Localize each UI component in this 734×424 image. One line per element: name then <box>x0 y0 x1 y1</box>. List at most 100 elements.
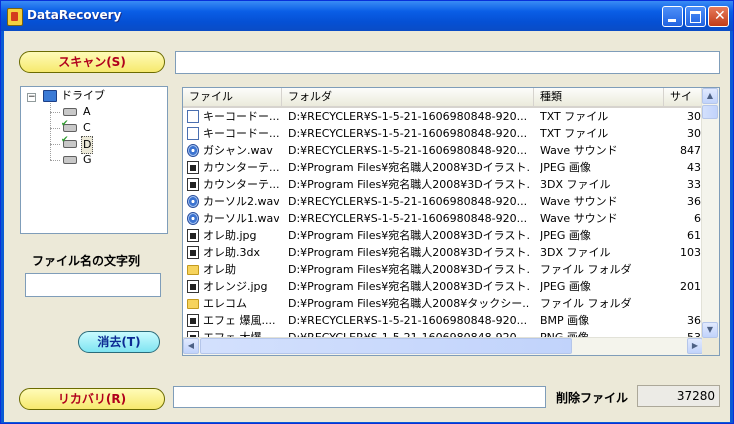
window-title: DataRecovery <box>27 8 122 22</box>
table-row[interactable]: エレコム D:¥Program Files¥宛名職人2008¥タックシー... ファ… <box>183 295 703 312</box>
cell-file-name: オレ助 <box>203 263 236 276</box>
cell-size: 30 <box>687 127 701 140</box>
table-row[interactable]: オレンジ.jpg D:¥Program Files¥宛名職人2008¥3Dイラスト… <box>183 278 703 295</box>
cell-folder: D:¥RECYCLER¥S-1-5-21-1606980848-920... <box>288 314 528 327</box>
horizontal-scrollbar[interactable]: ◀ ▶ <box>183 337 703 355</box>
cell-size: 33 <box>687 178 701 191</box>
cell-file-name: オレンジ.jpg <box>203 280 268 293</box>
tree-root-label[interactable]: ドライブ <box>61 88 105 104</box>
cell-folder: D:¥Program Files¥宛名職人2008¥タックシー... <box>288 297 530 310</box>
cell-folder: D:¥RECYCLER¥S-1-5-21-1606980848-920... <box>288 110 528 123</box>
table-row[interactable]: カウンターテ... D:¥Program Files¥宛名職人2008¥3Dイラス… <box>183 159 703 176</box>
cell-size: 36 <box>687 314 701 327</box>
cell-type: 3DX ファイル <box>540 178 611 191</box>
column-folder[interactable]: フォルダ <box>282 88 534 106</box>
cell-folder: D:¥Program Files¥宛名職人2008¥3Dイラスト... <box>288 246 530 259</box>
cell-size: 36 <box>687 195 701 208</box>
drive-tree[interactable]: − ドライブ A C D G <box>20 86 168 234</box>
column-file[interactable]: ファイル <box>183 88 282 106</box>
table-row[interactable]: カーソル2.wav D:¥RECYCLER¥S-1-5-21-1606980848… <box>183 193 703 210</box>
table-row[interactable]: オレ助.3dx D:¥Program Files¥宛名職人2008¥3Dイラスト.… <box>183 244 703 261</box>
floppy-drive-icon <box>63 108 77 116</box>
cell-type: JPEG 画像 <box>540 280 591 293</box>
vertical-scroll-thumb[interactable] <box>702 105 718 119</box>
table-row[interactable]: カウンターテ... D:¥Program Files¥宛名職人2008¥3Dイラス… <box>183 176 703 193</box>
image-file-icon <box>187 314 199 327</box>
app-window: DataRecovery ✕ スキャン(S) − ドライブ A C D G ファ… <box>0 0 734 424</box>
tree-item-drive-g[interactable]: G <box>83 152 92 168</box>
horizontal-scroll-thumb[interactable] <box>200 338 572 354</box>
cell-folder: D:¥RECYCLER¥S-1-5-21-1606980848-920... <box>288 195 528 208</box>
sound-file-icon <box>187 144 199 157</box>
file-list[interactable]: ファイル フォルダ 種類 サイ キーコードー... D:¥RECYCLER¥S-1… <box>182 87 720 356</box>
clear-button[interactable]: 消去(T) <box>78 331 160 353</box>
sound-file-icon <box>187 212 199 225</box>
cell-size: 43 <box>687 161 701 174</box>
tree-branch <box>50 144 60 145</box>
cell-size: 201 <box>680 280 701 293</box>
cell-type: JPEG 画像 <box>540 161 591 174</box>
maximize-button[interactable] <box>685 6 706 27</box>
scan-path-input[interactable] <box>175 51 720 74</box>
client-area: スキャン(S) − ドライブ A C D G ファイル名の文字列 消去(T) フ… <box>4 31 730 422</box>
cell-size: 847 <box>680 144 701 157</box>
title-bar[interactable]: DataRecovery ✕ <box>1 1 733 31</box>
image-file-icon <box>187 178 199 191</box>
image-file-icon <box>187 161 199 174</box>
filename-filter-input[interactable] <box>25 273 161 297</box>
recover-button[interactable]: リカバリ(R) <box>19 388 165 410</box>
table-row[interactable]: エフェ 爆風.... D:¥RECYCLER¥S-1-5-21-160698084… <box>183 312 703 329</box>
scroll-left-icon[interactable]: ◀ <box>183 338 199 354</box>
cell-folder: D:¥Program Files¥宛名職人2008¥3Dイラスト... <box>288 280 530 293</box>
cell-folder: D:¥Program Files¥宛名職人2008¥3Dイラスト... <box>288 263 530 276</box>
scroll-down-icon[interactable]: ▼ <box>702 322 718 338</box>
folder-icon <box>187 299 199 309</box>
cell-type: BMP 画像 <box>540 314 590 327</box>
tree-branch <box>50 112 60 113</box>
folder-icon <box>187 265 199 275</box>
column-type[interactable]: 種類 <box>534 88 664 106</box>
cell-type: ファイル フォルダ <box>540 263 632 276</box>
table-row[interactable]: ガシャン.wav D:¥RECYCLER¥S-1-5-21-1606980848-… <box>183 142 703 159</box>
table-row[interactable]: キーコードー... D:¥RECYCLER¥S-1-5-21-1606980848… <box>183 108 703 125</box>
cell-type: Wave サウンド <box>540 195 618 208</box>
scroll-right-icon[interactable]: ▶ <box>687 338 703 354</box>
cell-size: 30 <box>687 110 701 123</box>
computer-icon <box>43 90 57 102</box>
table-row[interactable]: キーコードー... D:¥RECYCLER¥S-1-5-21-1606980848… <box>183 125 703 142</box>
tree-branch <box>50 160 60 161</box>
table-row[interactable]: オレ助.jpg D:¥Program Files¥宛名職人2008¥3Dイラスト.… <box>183 227 703 244</box>
table-row[interactable]: オレ助 D:¥Program Files¥宛名職人2008¥3Dイラスト... ファ… <box>183 261 703 278</box>
deleted-count: 37280 <box>637 385 720 407</box>
scan-button[interactable]: スキャン(S) <box>19 51 165 73</box>
scroll-up-icon[interactable]: ▲ <box>702 88 718 104</box>
cell-type: TXT ファイル <box>540 127 609 140</box>
list-header: ファイル フォルダ 種類 サイ <box>183 88 703 108</box>
cell-folder: D:¥Program Files¥宛名職人2008¥3Dイラスト... <box>288 229 530 242</box>
disk-drive-icon <box>61 119 77 132</box>
cell-file-name: エレコム <box>203 297 247 310</box>
collapse-icon[interactable]: − <box>27 93 36 102</box>
cell-file-name: カウンターテ... <box>203 178 279 191</box>
cell-file-name: オレ助.3dx <box>203 246 260 259</box>
close-button[interactable]: ✕ <box>708 6 729 27</box>
cell-folder: D:¥RECYCLER¥S-1-5-21-1606980848-920... <box>288 127 528 140</box>
image-file-icon <box>187 246 199 259</box>
sound-file-icon <box>187 195 199 208</box>
tree-item-drive-c[interactable]: C <box>83 120 91 136</box>
disk-drive-icon <box>61 135 77 148</box>
vertical-scrollbar[interactable]: ▲ ▼ <box>701 88 719 338</box>
cell-type: 3DX ファイル <box>540 246 611 259</box>
text-file-icon <box>187 127 199 140</box>
text-file-icon <box>187 110 199 123</box>
table-row[interactable]: カーソル1.wav D:¥RECYCLER¥S-1-5-21-1606980848… <box>183 210 703 227</box>
cell-file-name: ガシャン.wav <box>203 144 273 157</box>
cell-size: 103 <box>680 246 701 259</box>
column-size[interactable]: サイ <box>664 88 703 106</box>
tree-branch <box>50 128 60 129</box>
tree-item-drive-a[interactable]: A <box>83 104 91 120</box>
cell-folder: D:¥RECYCLER¥S-1-5-21-1606980848-920... <box>288 144 528 157</box>
recover-path-input[interactable] <box>173 386 546 408</box>
minimize-button[interactable] <box>662 6 683 27</box>
cell-type: Wave サウンド <box>540 144 618 157</box>
